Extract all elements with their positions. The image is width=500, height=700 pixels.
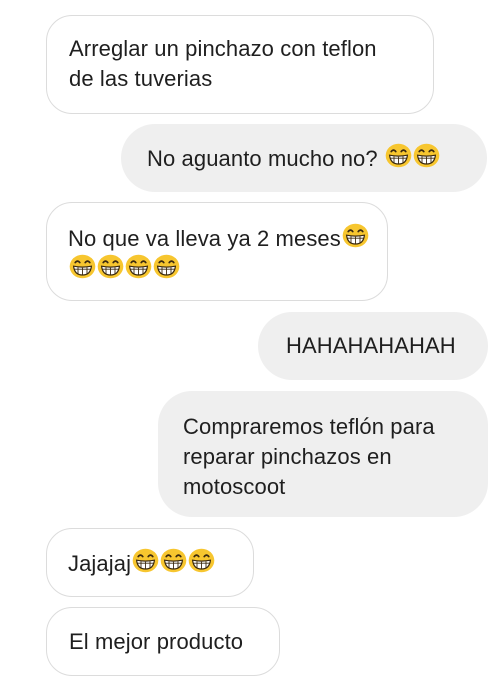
grinning-face-icon: [160, 548, 187, 573]
message-text-line: Jajajaj: [68, 548, 232, 579]
emoji-row: [68, 254, 366, 285]
message-bubble-outgoing[interactable]: HAHAHAHAHAH: [258, 312, 488, 380]
message-text-line: reparar pinchazos en: [183, 444, 392, 469]
grinning-face-icon: [342, 223, 369, 248]
grinning-face-icon: [97, 254, 124, 279]
message-text-line: Compraremos teflón para: [183, 414, 435, 439]
message-bubble-incoming[interactable]: El mejor producto: [46, 607, 280, 676]
message-bubble-outgoing[interactable]: Compraremos teflón para reparar pinchazo…: [158, 391, 488, 517]
message-bubble-outgoing[interactable]: No aguanto mucho no?: [121, 124, 487, 192]
message-text: No aguanto mucho no?: [147, 146, 378, 171]
message-text-line: Arreglar un pinchazo con teflon: [69, 36, 377, 61]
grinning-face-icon: [69, 254, 96, 279]
message-bubble-incoming[interactable]: No que va lleva ya 2 meses: [46, 202, 388, 301]
grinning-face-icon: [385, 143, 412, 168]
message-text-line: motoscoot: [183, 474, 286, 499]
message-text-line: de las tuverias: [69, 66, 213, 91]
grinning-face-icon: [132, 548, 159, 573]
message-bubble-incoming[interactable]: Arreglar un pinchazo con teflon de las t…: [46, 15, 434, 114]
message-bubble-incoming[interactable]: Jajajaj: [46, 528, 254, 597]
grinning-face-icon: [413, 143, 440, 168]
message-text: El mejor producto: [69, 629, 244, 654]
grinning-face-icon: [125, 254, 152, 279]
grinning-face-icon: [188, 548, 215, 573]
message-text: No que va lleva ya 2 meses: [68, 226, 341, 251]
message-text: Jajajaj: [68, 551, 132, 576]
message-text-line: No aguanto mucho no?: [147, 143, 461, 174]
grinning-face-icon: [153, 254, 180, 279]
message-text: HAHAHAHAHAH: [286, 333, 456, 358]
message-text-line: No que va lleva ya 2 meses: [68, 223, 369, 254]
